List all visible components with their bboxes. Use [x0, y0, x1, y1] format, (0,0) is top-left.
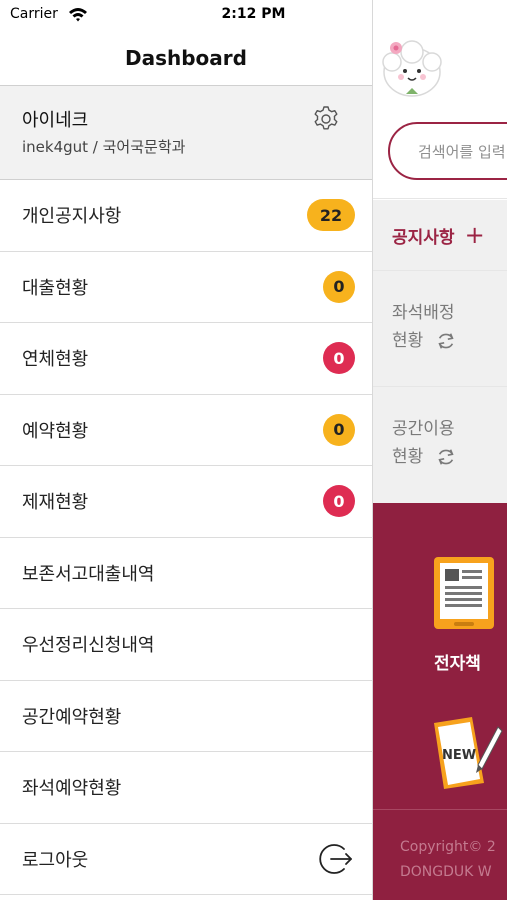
space-status-line1: 공간이용 — [392, 419, 455, 439]
mascot-logo[interactable] — [380, 36, 444, 100]
seat-status-line1: 좌석배정 — [392, 303, 455, 323]
refresh-icon[interactable] — [435, 330, 457, 352]
menu-item-label: 공간예약현황 — [22, 706, 122, 728]
gear-icon[interactable] — [313, 106, 339, 132]
menu-item-label: 우선정리신청내역 — [22, 635, 155, 657]
drawer-title: Dashboard — [0, 30, 372, 86]
seat-status-line2: 현황 — [392, 331, 424, 351]
count-badge: 22 — [307, 199, 355, 232]
menu-item-personal-notice[interactable]: 개인공지사항 22 — [0, 180, 372, 252]
search-placeholder: 검색어를 입력 — [418, 142, 506, 161]
count-badge: 0 — [323, 270, 355, 303]
notice-label: 공지사항 — [392, 227, 455, 248]
menu-item-label: 대출현황 — [22, 277, 89, 299]
menu-item-label: 로그아웃 — [22, 849, 89, 871]
menu-item-label: 보존서고대출내역 — [22, 563, 155, 585]
logout-icon[interactable] — [317, 840, 355, 878]
menu-item-overdue[interactable]: 연체현황 0 — [0, 323, 372, 395]
menu-item-archive-loans[interactable]: 보존서고대출내역 — [0, 538, 372, 609]
ebook-label: 전자책 — [434, 654, 481, 674]
menu-item-label: 개인공지사항 — [22, 206, 122, 228]
menu-item-label: 좌석예약현황 — [22, 778, 122, 800]
space-status-button[interactable]: 공간이용 현황 — [372, 387, 507, 503]
ebook-icon[interactable] — [432, 555, 496, 631]
plus-icon: + — [464, 221, 485, 249]
copyright: Copyright© 2 DONGDUK W — [400, 835, 496, 885]
menu-item-logout[interactable]: 로그아웃 — [0, 824, 372, 895]
count-badge: 0 — [323, 485, 355, 518]
count-badge: 0 — [323, 413, 355, 446]
notice-button[interactable]: 공지사항 + — [372, 200, 507, 270]
status-bar: Carrier 2:12 PM — [0, 0, 372, 30]
count-badge: 0 — [323, 342, 355, 375]
profile-section: 아이네크 inek4gut / 국어국문학과 — [0, 86, 372, 180]
space-status-line2: 현황 — [392, 447, 424, 467]
quick-menu-panel: 전자책 NEW Copyright© 2 DONGDUK W — [372, 503, 507, 900]
seat-status-button[interactable]: 좌석배정 현황 — [372, 271, 507, 387]
background-app: 검색어를 입력 공지사항 + 좌석배정 현황 공간이용 현황 전자책 NEW C… — [372, 0, 507, 900]
side-drawer: Carrier 2:12 PM Dashboard 아이네크 inek4gut … — [0, 0, 372, 900]
search-input[interactable]: 검색어를 입력 — [388, 122, 507, 180]
menu-item-reservations[interactable]: 예약현황 0 — [0, 395, 372, 466]
menu-item-label: 제재현황 — [22, 492, 89, 514]
divider — [372, 198, 507, 199]
menu-item-loans[interactable]: 대출현황 0 — [0, 252, 372, 323]
menu-item-label: 예약현황 — [22, 420, 89, 442]
copyright-line2: DONGDUK W — [400, 864, 492, 880]
menu-item-space-reservations[interactable]: 공간예약현황 — [0, 681, 372, 752]
copyright-line1: Copyright© 2 — [400, 839, 496, 855]
menu-item-label: 연체현황 — [22, 349, 89, 371]
menu-item-sanctions[interactable]: 제재현황 0 — [0, 466, 372, 538]
new-label: NEW — [442, 748, 476, 763]
drawer-menu: 개인공지사항 22 대출현황 0 연체현황 0 예약현황 0 제재현황 0 보존… — [0, 180, 372, 895]
profile-subtitle: inek4gut / 국어국문학과 — [22, 138, 186, 156]
menu-item-priority-requests[interactable]: 우선정리신청내역 — [0, 609, 372, 681]
refresh-icon[interactable] — [435, 446, 457, 468]
new-book-icon[interactable]: NEW — [428, 713, 504, 793]
profile-name: 아이네크 — [22, 110, 89, 131]
divider — [372, 809, 507, 810]
status-time: 2:12 PM — [221, 6, 286, 22]
menu-item-seat-reservations[interactable]: 좌석예약현황 — [0, 752, 372, 824]
